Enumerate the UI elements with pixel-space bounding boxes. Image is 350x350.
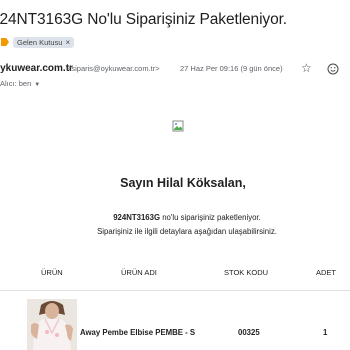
header-stock-code: STOK KODU	[224, 268, 269, 277]
table-divider	[0, 290, 350, 291]
sender-name[interactable]: oykuwear.com.tr	[0, 63, 73, 74]
product-name[interactable]: Away Pembe Elbise PEMBE - S	[80, 328, 195, 337]
details-note: Siparişiniz ile ilgili detaylara aşağıda…	[97, 227, 277, 236]
order-status-text: no'lu siparişiniz paketleniyor.	[160, 213, 261, 222]
remove-label-icon[interactable]: ×	[65, 37, 70, 48]
sender-row: oykuwear.com.tr <siparis@oykuwear.com.tr…	[0, 61, 350, 77]
recipient-text: Alıcı: ben	[0, 79, 32, 88]
emoji-smile-icon[interactable]	[327, 63, 339, 75]
label-arrow-icon	[1, 38, 9, 46]
chevron-down-icon[interactable]: ▼	[34, 82, 40, 88]
product-stock-code: 00325	[238, 328, 260, 337]
greeting: Sayın Hilal Köksalan,	[120, 176, 246, 190]
header-quantity: ADET	[316, 268, 337, 277]
inbox-label-text: Gelen Kutusu	[17, 37, 63, 47]
order-status-line: 924NT3163G no'lu siparişiniz paketleniyo…	[12, 213, 350, 222]
product-dress-image	[27, 299, 77, 350]
email-subject: 924NT3163G No'lu Siparişiniz Paketleniyo…	[0, 11, 287, 28]
sender-address: <siparis@oykuwear.com.tr>	[67, 64, 160, 73]
email-date: 27 Haz Per 09:16 (9 gün önce)	[180, 64, 283, 73]
star-icon[interactable]: ☆	[301, 61, 312, 75]
recipient-row[interactable]: Alıcı: ben ▼	[0, 79, 40, 88]
broken-image-icon	[172, 120, 184, 132]
inbox-label-chip[interactable]: Gelen Kutusu ×	[13, 36, 75, 48]
label-row: Gelen Kutusu ×	[0, 36, 75, 48]
header-product: ÜRÜN	[41, 268, 63, 277]
order-code: 924NT3163G	[113, 213, 161, 222]
header-product-name: ÜRÜN ADI	[121, 268, 157, 277]
product-quantity: 1	[323, 328, 328, 337]
product-image[interactable]	[27, 299, 77, 350]
